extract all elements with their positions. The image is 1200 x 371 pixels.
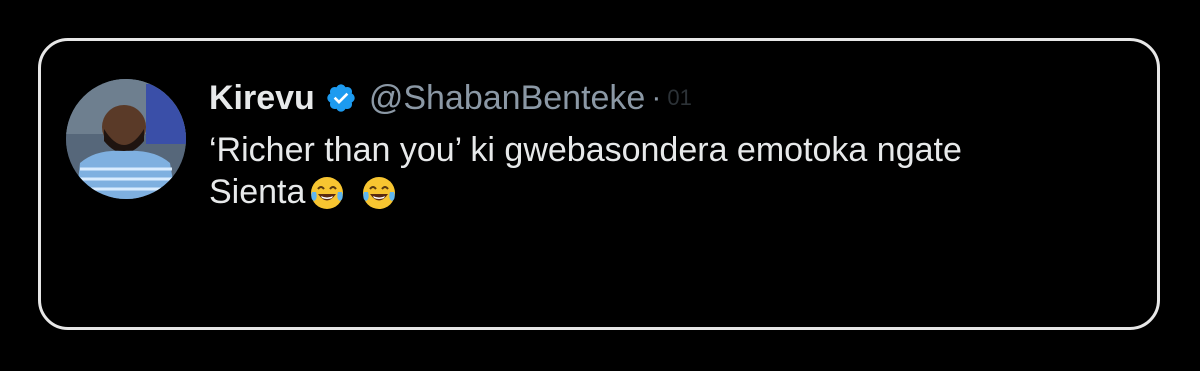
- verified-badge-icon: [325, 82, 357, 114]
- tweet-text-word: Sienta: [209, 173, 306, 211]
- tears-of-joy-icon: [361, 175, 397, 211]
- display-name[interactable]: Kirevu: [209, 79, 315, 118]
- author-handle[interactable]: @ShabanBenteke: [369, 79, 646, 118]
- timestamp[interactable]: 01: [667, 85, 691, 111]
- avatar-photo: [66, 79, 186, 199]
- tears-of-joy-icon: [309, 175, 345, 211]
- tweet-header: Kirevu @ShabanBenteke · 01: [209, 75, 692, 121]
- avatar[interactable]: [66, 79, 186, 199]
- tweet-text: ‘Richer than you’ ki gwebasondera emotok…: [209, 129, 1109, 213]
- tweet-card[interactable]: Kirevu @ShabanBenteke · 01 ‘Richer than …: [38, 38, 1160, 330]
- separator-dot: ·: [651, 81, 662, 114]
- tweet-text-line-2: Sienta: [209, 171, 1109, 213]
- tweet-text-line-1: ‘Richer than you’ ki gwebasondera emotok…: [209, 131, 962, 169]
